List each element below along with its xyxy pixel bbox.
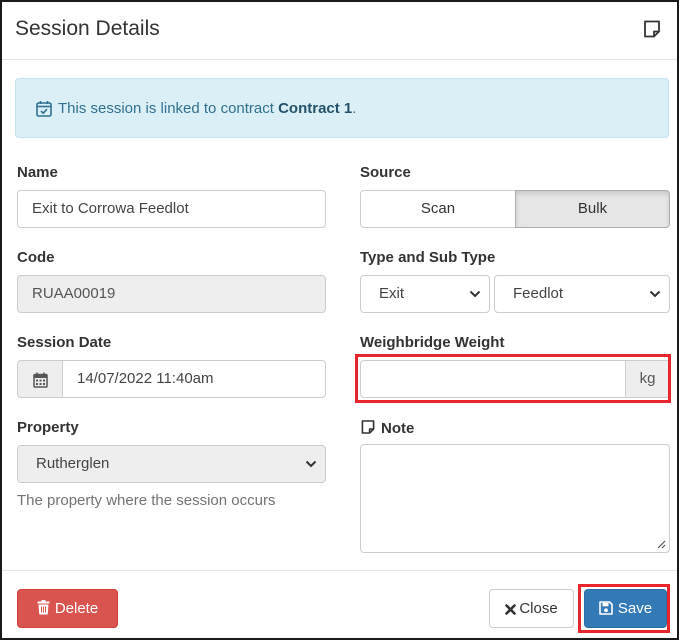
date-picker-button[interactable] [17,360,63,398]
name-label: Name [17,164,58,181]
chevron-down-icon [469,290,481,298]
type-subtype-label: Type and Sub Type [360,249,496,266]
close-button-label: Close [519,600,558,617]
note-textarea[interactable] [360,444,670,553]
note-icon[interactable] [642,19,662,39]
alert-text: This session is linked to contract Contr… [58,100,356,117]
chevron-down-icon [305,460,317,468]
close-icon [505,604,517,615]
alert-prefix: This session is linked to contract [58,100,279,117]
note-label-row: Note [360,419,414,437]
property-select[interactable]: Rutherglen [17,445,326,483]
source-label: Source [360,164,411,181]
save-highlight-box [578,584,670,633]
property-label: Property [17,419,79,436]
modal-title: Session Details [15,17,160,40]
trash-icon [37,600,50,615]
source-bulk-button[interactable]: Bulk [515,190,670,228]
name-input[interactable]: Exit to Corrowa Feedlot [17,190,326,228]
contract-alert: This session is linked to contract Contr… [15,78,669,138]
delete-button[interactable]: Delete [17,589,118,628]
calendar-icon [33,372,48,388]
property-select-value: Rutherglen [36,455,110,472]
weighbridge-weight-label: Weighbridge Weight [360,334,505,351]
subtype-select[interactable]: Feedlot [494,275,670,313]
session-details-modal: Session Details This session is linked t… [0,0,679,640]
weighbridge-highlight-box [355,354,671,403]
delete-button-label: Delete [54,600,99,617]
code-label: Code [17,249,55,266]
modal-header: Session Details [2,2,677,60]
subtype-select-value: Feedlot [513,285,564,302]
type-select-value: Exit [379,285,405,302]
modal-footer-divider [2,570,677,571]
alert-contract-name: Contract 1 [278,100,353,117]
chevron-down-icon [649,290,661,298]
alert-suffix: . [352,100,357,117]
session-date-input[interactable]: 14/07/2022 11:40am [62,360,326,398]
code-input: RUAA00019 [17,275,326,313]
close-button[interactable]: Close [489,589,574,628]
type-select[interactable]: Exit [360,275,490,313]
note-label: Note [381,420,415,437]
source-scan-button[interactable]: Scan [360,190,516,228]
session-date-group: 14/07/2022 11:40am [17,360,326,398]
note-icon [361,420,375,434]
session-date-label: Session Date [17,334,112,351]
calendar-check-icon [36,101,52,117]
resize-grip-icon[interactable] [656,539,666,549]
property-help-text: The property where the session occurs [17,492,276,509]
